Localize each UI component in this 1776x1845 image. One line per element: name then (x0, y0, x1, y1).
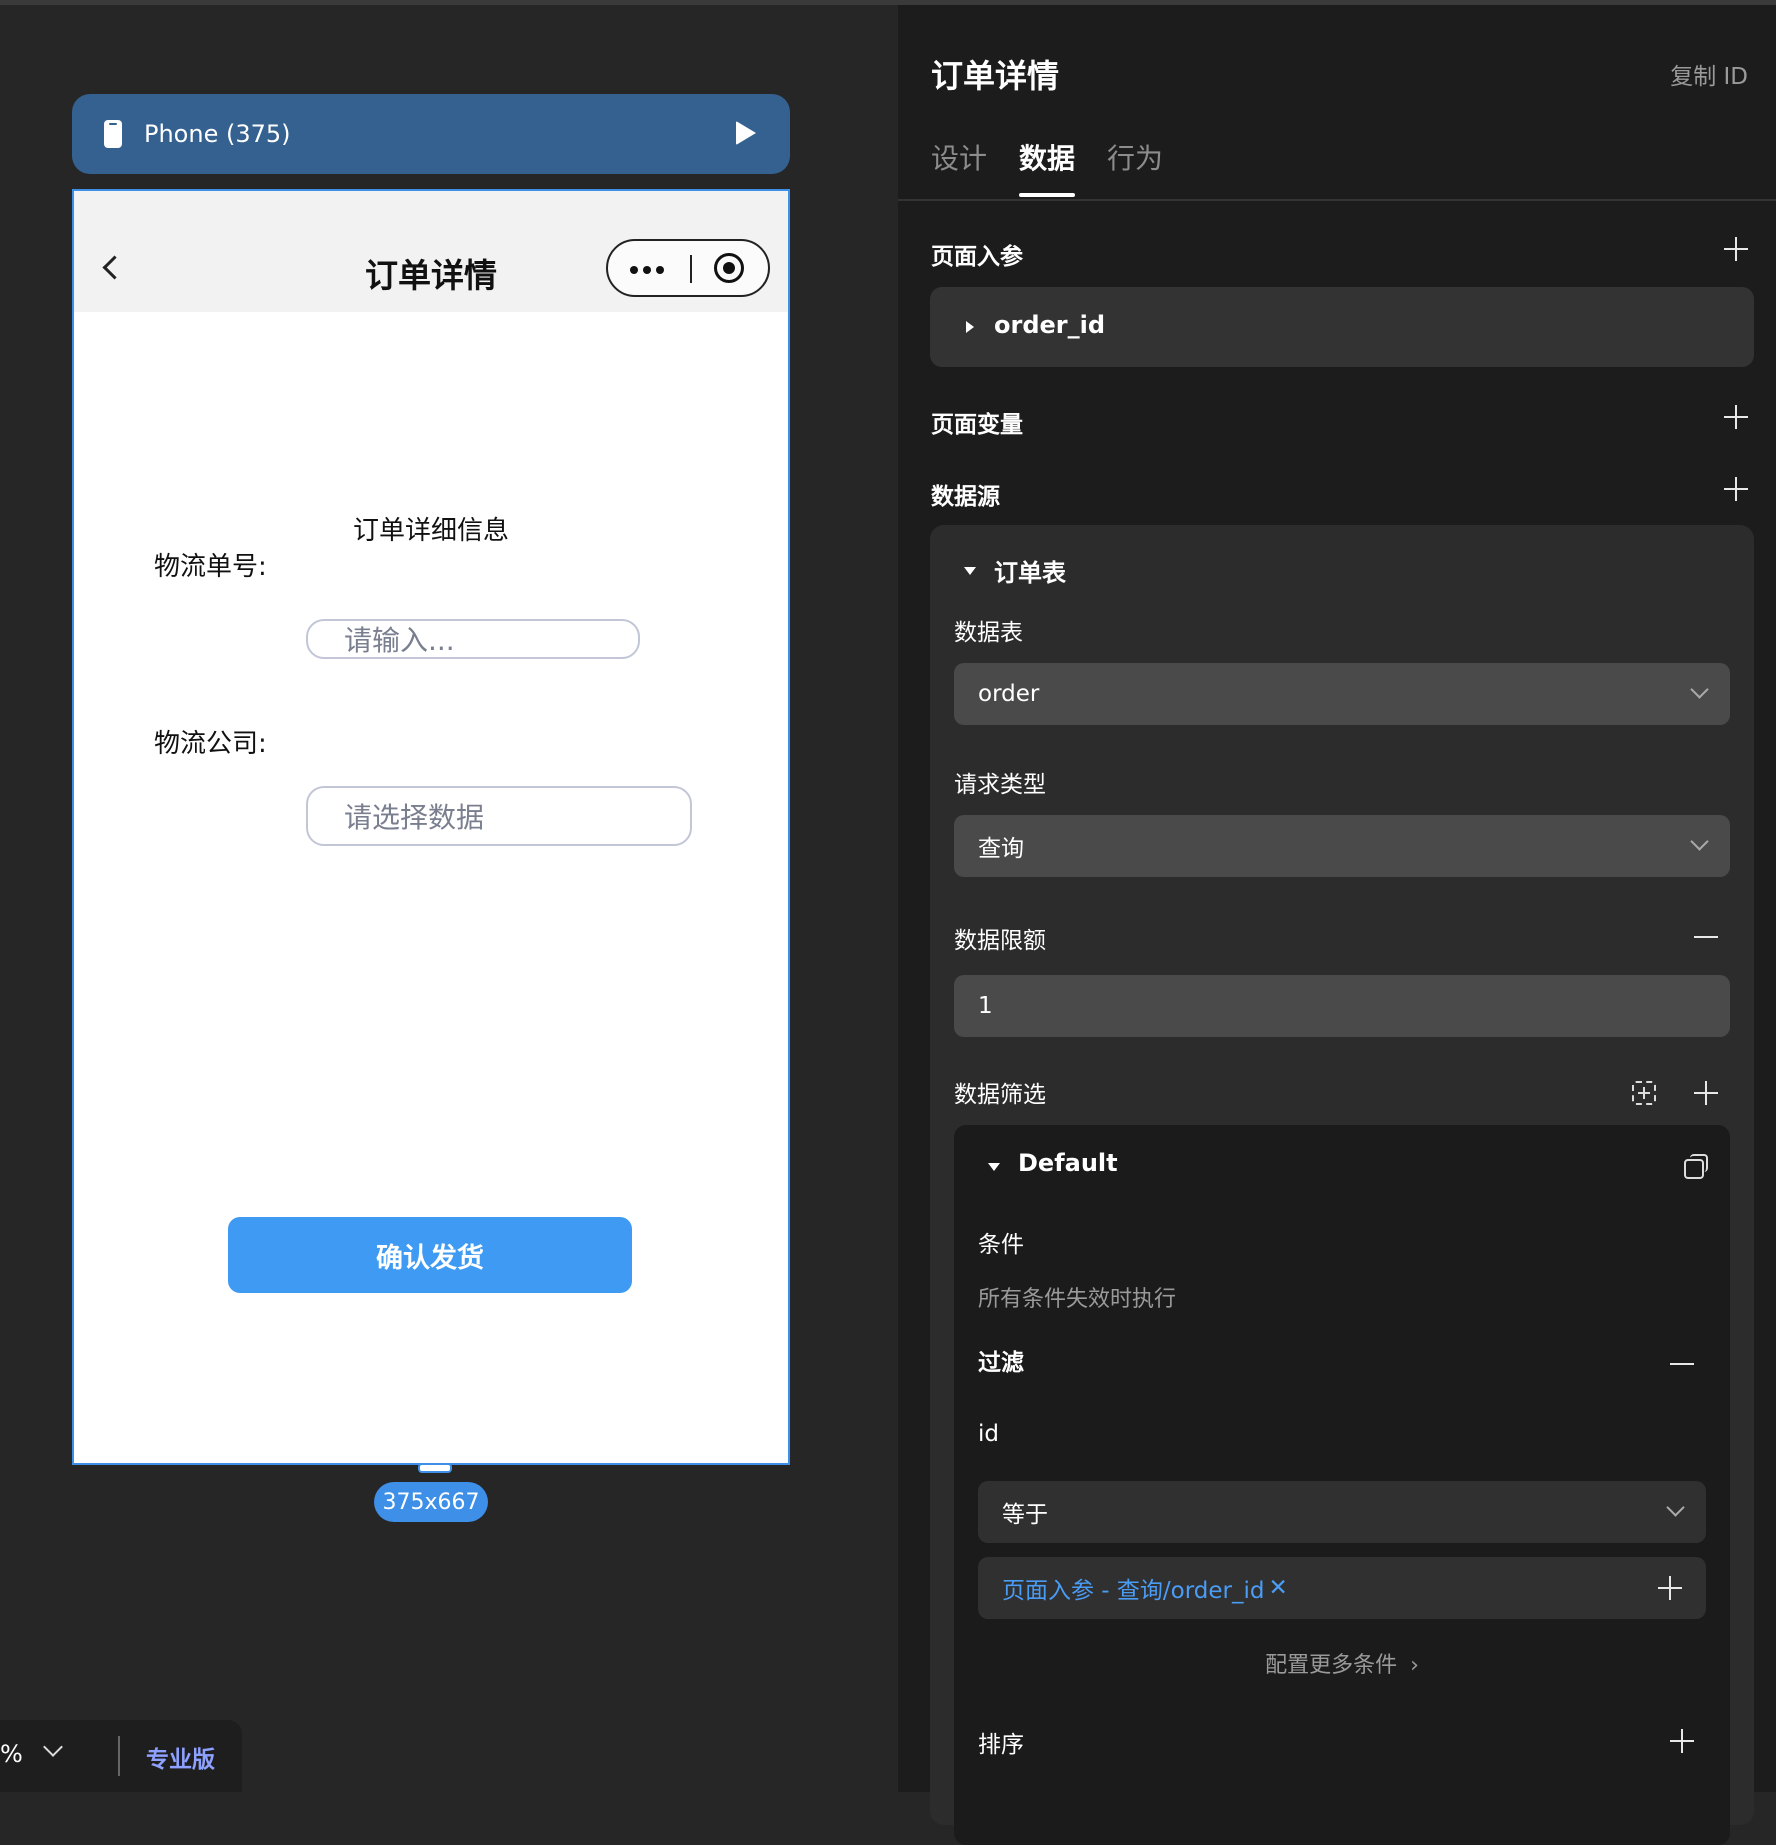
data-limit-value: 1 (978, 993, 993, 1019)
filter-operator-select[interactable]: 等于 (978, 1481, 1706, 1543)
condition-hint: 所有条件失效时执行 (978, 1287, 1177, 1312)
filter-value-tag: 页面入参 - 查询/order_id (1002, 1578, 1265, 1604)
courier-company-select[interactable]: 请选择数据 (306, 786, 692, 846)
chevron-down-icon (1690, 832, 1709, 851)
order-detail-heading: 订单详细信息 (352, 516, 509, 546)
phone-icon (104, 120, 122, 148)
collapse-limit-icon[interactable] (1694, 936, 1718, 938)
collapse-arrow-icon[interactable] (988, 1163, 1000, 1171)
page-vars-title: 页面变量 (931, 412, 1023, 438)
page-params-title: 页面入参 (931, 244, 1023, 270)
data-table-label: 数据表 (954, 620, 1023, 646)
more-conditions-label: 配置更多条件 (1265, 1653, 1398, 1678)
filter-value-box[interactable]: 页面入参 - 查询/order_id ✕ (978, 1557, 1706, 1619)
filter-label: 过滤 (978, 1350, 1024, 1376)
chevron-down-icon (1690, 680, 1709, 699)
tab-data[interactable]: 数据 (1019, 137, 1076, 197)
collapse-filter-icon[interactable] (1670, 1363, 1694, 1365)
data-source-card: 订单表 数据表 order 请求类型 查询 数据限额 1 数据筛选 Defaul… (930, 525, 1754, 1845)
panel-tabs: 设计 数据 行为 (931, 137, 1163, 197)
tracking-number-label: 物流单号: (154, 552, 267, 582)
copy-icon[interactable] (1684, 1154, 1708, 1179)
page-param-item[interactable]: order_id (930, 287, 1754, 367)
tracking-number-placeholder: 请输入... (344, 624, 455, 657)
filter-operator-value: 等于 (1002, 1502, 1048, 1528)
capsule-menu[interactable] (606, 239, 770, 297)
collapse-arrow-icon[interactable] (964, 567, 976, 575)
filter-field-name: id (978, 1421, 999, 1447)
copy-id-button[interactable]: 复制 ID (1670, 57, 1748, 91)
sort-label: 排序 (978, 1732, 1024, 1758)
add-sort-icon[interactable] (1670, 1729, 1694, 1753)
add-page-param-icon[interactable] (1724, 237, 1748, 261)
toolbar-divider (118, 1736, 120, 1776)
request-type-select[interactable]: 查询 (954, 815, 1730, 877)
capsule-divider (690, 255, 692, 283)
expand-arrow-icon[interactable] (966, 321, 974, 333)
data-table-select[interactable]: order (954, 663, 1730, 725)
more-conditions-link[interactable]: 配置更多条件 › (954, 1647, 1730, 1679)
play-icon[interactable] (736, 121, 756, 145)
mini-program-navbar: 订单详情 (74, 191, 788, 312)
add-data-source-icon[interactable] (1724, 477, 1748, 501)
courier-company-placeholder: 请选择数据 (344, 801, 485, 834)
data-table-value: order (978, 681, 1040, 707)
request-type-label: 请求类型 (954, 772, 1046, 798)
edition-badge[interactable]: 专业版 (146, 1740, 215, 1774)
panel-title: 订单详情 (931, 57, 1060, 95)
resize-handle[interactable] (418, 1463, 452, 1473)
condition-label: 条件 (978, 1232, 1024, 1258)
tracking-number-input[interactable]: 请输入... (306, 619, 640, 659)
bottom-toolbar: % 专业版 (0, 1720, 242, 1792)
tabs-divider (898, 199, 1776, 201)
zoom-level[interactable]: % (0, 1740, 23, 1768)
chevron-right-icon: › (1410, 1653, 1419, 1678)
request-type-value: 查询 (978, 836, 1024, 862)
record-icon[interactable] (714, 253, 744, 283)
data-limit-input[interactable]: 1 (954, 975, 1730, 1037)
add-value-icon[interactable] (1658, 1576, 1682, 1600)
filter-group-name: Default (1018, 1149, 1118, 1177)
device-selector-bar[interactable]: Phone (375) (72, 94, 790, 174)
more-dots-icon[interactable] (630, 266, 664, 274)
courier-company-label: 物流公司: (154, 729, 267, 759)
add-filter-icon[interactable] (1694, 1081, 1718, 1105)
chevron-down-icon[interactable] (43, 1737, 63, 1757)
data-source-name: 订单表 (994, 559, 1066, 587)
phone-preview[interactable]: 订单详情 订单详细信息 物流单号: 请输入... 物流公司: 请选择数据 确认发… (72, 189, 790, 1465)
device-label: Phone (375) (144, 120, 291, 148)
page-param-name: order_id (994, 311, 1106, 339)
filter-group-card: Default 条件 所有条件失效时执行 过滤 id 等于 页面入参 - 查询/… (954, 1125, 1730, 1845)
remove-tag-icon[interactable]: ✕ (1269, 1575, 1288, 1601)
confirm-shipment-button[interactable]: 确认发货 (228, 1217, 632, 1293)
chevron-down-icon (1666, 1498, 1685, 1517)
data-source-title: 数据源 (931, 484, 1000, 510)
data-limit-label: 数据限额 (954, 928, 1046, 954)
tab-design[interactable]: 设计 (931, 137, 987, 197)
add-filter-group-icon[interactable] (1632, 1081, 1656, 1105)
tab-behavior[interactable]: 行为 (1107, 137, 1163, 197)
data-filter-label: 数据筛选 (954, 1082, 1046, 1108)
properties-panel: 订单详情 复制 ID 设计 数据 行为 页面入参 order_id 页面变量 数… (898, 5, 1776, 1845)
add-page-var-icon[interactable] (1724, 405, 1748, 429)
canvas-size-badge: 375x667 (374, 1482, 488, 1522)
